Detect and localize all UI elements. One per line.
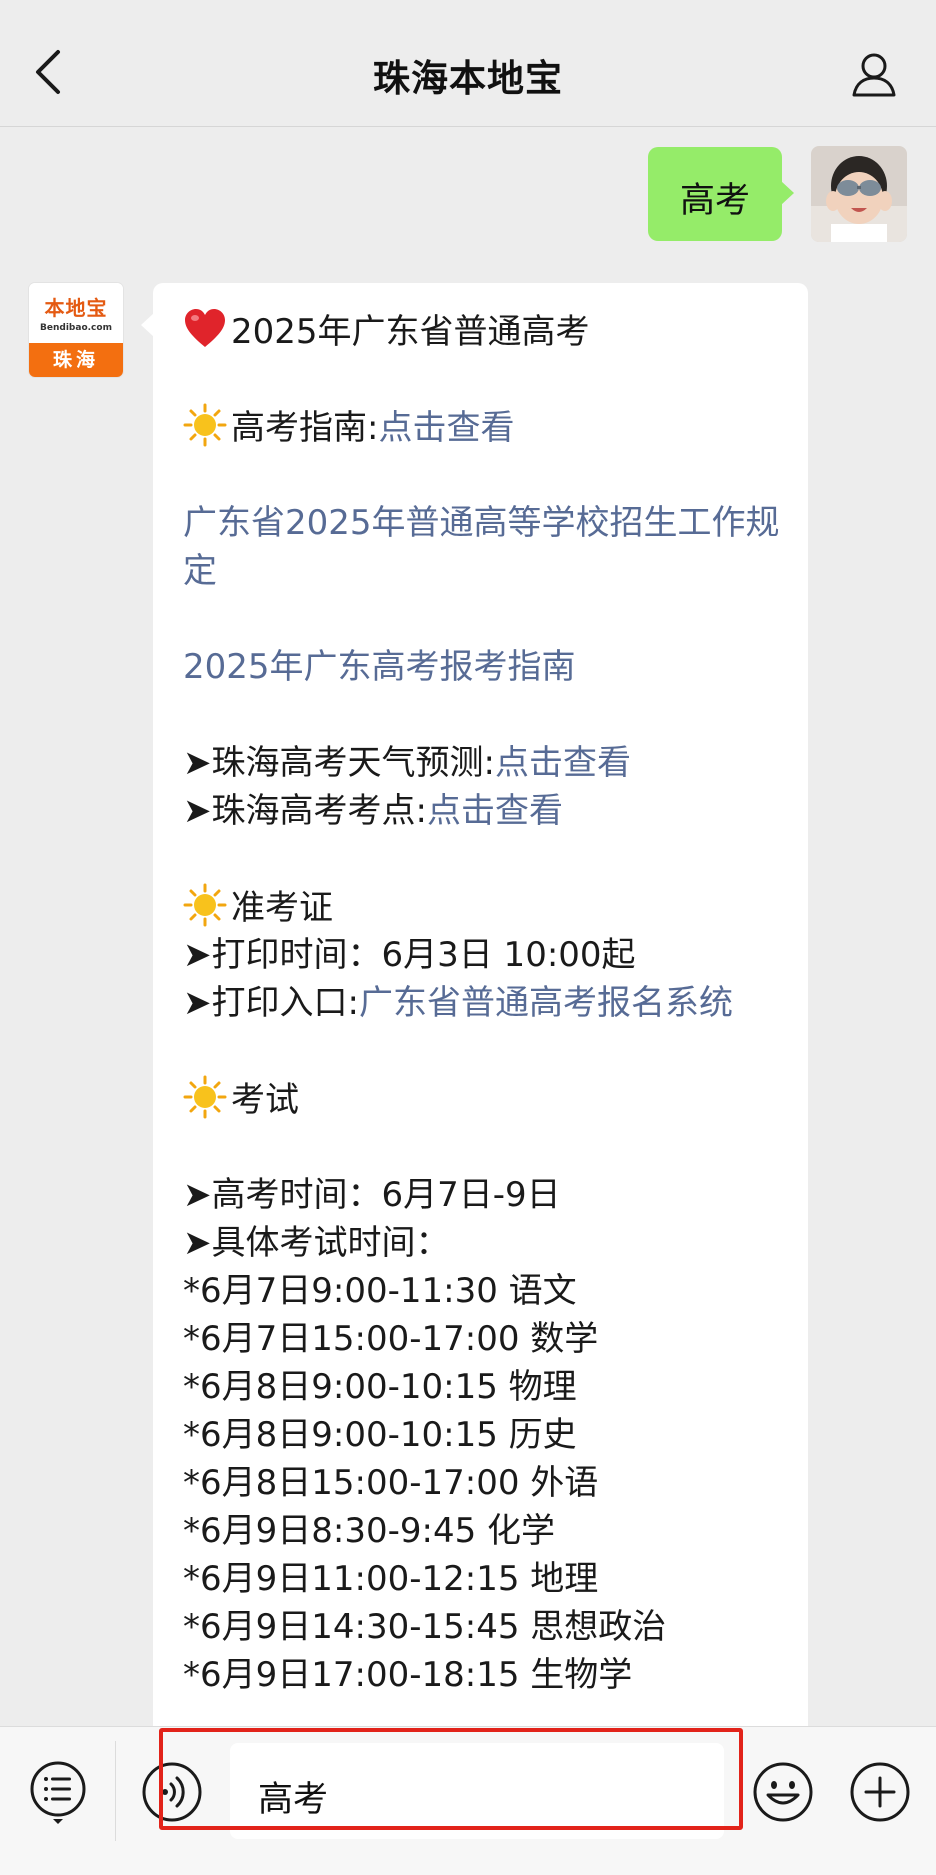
divider [115,1741,116,1841]
message-title: 2025年广东省普通高考 [231,312,590,352]
smiley-icon [753,1762,813,1822]
sun-icon [183,403,227,447]
sun-icon [183,883,227,927]
venue-link[interactable]: 点击查看 [427,791,563,831]
guide-label: 高考指南: [231,408,379,448]
schedule-item: *6月7日15:00-17:00 数学 [183,1319,599,1359]
schedule-item: *6月9日17:00-18:15 生物学 [183,1655,633,1695]
emoji-button[interactable] [752,1761,814,1823]
logo-main-text: 本地宝 [44,296,108,320]
schedule-item: *6月8日9:00-10:15 历史 [183,1415,577,1455]
weather-line: ➤珠海高考天气预测:点击查看 [183,739,783,787]
incoming-message-bubble[interactable]: 2025年广东省普通高考 高考指南:点击查看 广东省2025年普通高等学校招生工… [141,283,808,1875]
sender-avatar[interactable]: 本地宝 Bendibao.com 珠海 [29,283,123,377]
guide-line: 高考指南:点击查看 [183,403,783,451]
plus-icon [850,1762,910,1822]
outgoing-message-text: 高考 [679,181,750,221]
sun-icon [183,1075,227,1119]
weather-label: ➤珠海高考天气预测: [183,743,495,783]
guide-link[interactable]: 点击查看 [378,408,514,448]
print-entry-line: ➤打印入口:广东省普通高考报名系统 [183,979,783,1027]
bendibao-logo: 本地宝 Bendibao.com [29,283,123,343]
outgoing-message-bubble[interactable]: 高考 [648,147,794,241]
schedule-item: *6月9日8:30-9:45 化学 [183,1511,556,1551]
exam-heading: 考试 [231,1080,299,1120]
message-title-line: 2025年广东省普通高考 [183,307,783,355]
schedule-item: *6月9日14:30-15:45 思想政治 [183,1607,667,1647]
my-avatar[interactable] [811,146,907,242]
venue-label: ➤珠海高考考点: [183,791,427,831]
weather-link[interactable]: 点击查看 [495,743,631,783]
registration-guide-link[interactable]: 2025年广东高考报考指南 [183,643,783,691]
profile-button[interactable] [850,50,898,98]
schedule-item: *6月8日9:00-10:15 物理 [183,1367,577,1407]
ticket-heading: 准考证 [231,888,333,928]
chat-title: 珠海本地宝 [373,57,563,100]
message-body: 2025年广东省普通高考 高考指南:点击查看 广东省2025年普通高等学校招生工… [183,307,783,1699]
schedule-item: *6月7日9:00-11:30 语文 [183,1271,577,1311]
exam-heading-line: 考试 [183,1075,783,1123]
avatar-photo [811,146,907,242]
venue-line: ➤珠海高考考点:点击查看 [183,787,783,835]
input-highlight-annotation [159,1728,743,1830]
nav-bar: 珠海本地宝 [0,0,936,127]
chat-screen: 珠海本地宝 高考 本地宝 Bendibao.com 珠海 2025年广东省普通高… [0,0,936,1875]
schedule-item: *6月9日11:00-12:15 地理 [183,1559,599,1599]
print-entry-label: ➤打印入口: [183,983,359,1023]
menu-list-icon [30,1761,86,1824]
ticket-heading-line: 准考证 [183,883,783,931]
menu-button[interactable] [28,1759,88,1825]
person-icon [852,53,896,97]
schedule-item: *6月8日15:00-17:00 外语 [183,1463,599,1503]
print-entry-link[interactable]: 广东省普通高考报名系统 [359,983,733,1023]
print-time: ➤打印时间：6月3日 10:00起 [183,935,636,975]
exam-dates: ➤高考时间：6月7日-9日 [183,1175,561,1215]
heart-icon [185,309,225,347]
rules-link[interactable]: 广东省2025年普通高等学校招生工作规定 [183,499,783,595]
logo-sub-text: Bendibao.com [40,323,112,333]
more-button[interactable] [849,1761,911,1823]
logo-city-text: 珠海 [29,343,123,377]
schedule-heading: ➤具体考试时间： [183,1223,450,1263]
